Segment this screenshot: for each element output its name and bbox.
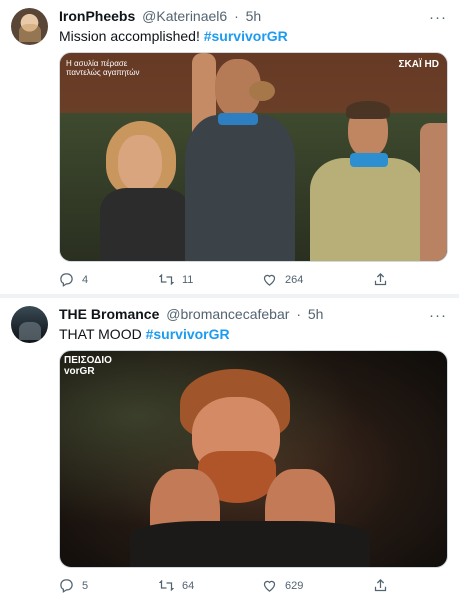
user-handle[interactable]: @Katerinael6 — [142, 8, 227, 24]
reply-count: 5 — [82, 579, 89, 592]
share-icon — [374, 578, 387, 592]
person-body — [130, 521, 370, 567]
user-name[interactable]: IronPheebs — [59, 8, 135, 24]
retweet-button[interactable]: 11 — [159, 272, 193, 287]
retweet-count: 11 — [182, 273, 194, 286]
more-icon[interactable]: ··· — [429, 307, 447, 324]
blue-scarf — [350, 153, 388, 167]
tweet-video[interactable]: Η ασυλία πέρασε παντελώς αγαπητών ΣΚΑΪ H… — [59, 52, 448, 262]
heart-icon — [263, 580, 276, 592]
tweet-header: THE Bromance @bromancecafebar · 5h — [59, 305, 323, 323]
blue-scarf — [218, 113, 258, 125]
separator-dot: · — [296, 306, 301, 322]
reply-button[interactable]: 5 — [59, 578, 88, 593]
more-icon[interactable]: ··· — [429, 9, 447, 26]
like-count: 264 — [285, 273, 304, 286]
person-body — [100, 188, 190, 261]
tweet-body: Mission accomplished! — [59, 28, 200, 44]
retweet-icon — [159, 580, 174, 591]
reply-icon — [60, 273, 73, 287]
caption-line: vorGR — [64, 366, 95, 377]
like-button[interactable]: 264 — [262, 272, 303, 287]
avatar[interactable] — [11, 8, 48, 45]
reply-button[interactable]: 4 — [59, 272, 88, 287]
person-hair — [346, 101, 390, 119]
separator-dot: · — [234, 8, 239, 24]
person-face — [118, 135, 162, 191]
like-count: 629 — [285, 579, 304, 592]
person-partial — [420, 123, 447, 261]
heart-icon — [263, 274, 276, 286]
coconut-cup — [249, 81, 275, 101]
retweet-button[interactable]: 64 — [159, 578, 194, 593]
retweet-icon — [159, 274, 174, 285]
retweet-count: 64 — [182, 579, 195, 592]
share-button[interactable] — [373, 272, 388, 287]
tweet-header: IronPheebs @Katerinael6 · 5h — [59, 7, 261, 25]
person-body — [310, 158, 425, 261]
tweet-time[interactable]: 5h — [246, 8, 262, 24]
user-handle[interactable]: @bromancecafebar — [166, 306, 289, 322]
person-body — [185, 115, 295, 261]
share-icon — [374, 272, 387, 286]
tweet-actions: 4 11 264 — [59, 272, 449, 292]
tweet-text: Mission accomplished! #survivorGR — [59, 27, 288, 45]
reply-icon — [60, 579, 73, 593]
tweet[interactable]: IronPheebs @Katerinael6 · 5h ··· Mission… — [0, 0, 459, 294]
tweet-text: THAT MOOD #survivorGR — [59, 325, 230, 343]
caption-line: ΠΕΙΣΟΔΙΟ — [64, 355, 112, 366]
reply-count: 4 — [82, 273, 89, 286]
broadcast-caption: Η ασυλία πέρασε παντελώς αγαπητών — [66, 59, 140, 77]
tweet[interactable]: THE Bromance @bromancecafebar · 5h ··· T… — [0, 298, 459, 600]
avatar[interactable] — [11, 306, 48, 343]
like-button[interactable]: 629 — [262, 578, 303, 593]
user-name[interactable]: THE Bromance — [59, 306, 159, 322]
hashtag-link[interactable]: #survivorGR — [146, 326, 230, 342]
channel-logo: ΣΚΑΪ HD — [398, 59, 439, 70]
tweet-video[interactable]: ΠΕΙΣΟΔΙΟ vorGR — [59, 350, 448, 568]
broadcast-caption: ΠΕΙΣΟΔΙΟ vorGR — [64, 355, 112, 377]
tweet-actions: 5 64 629 — [59, 578, 449, 598]
share-button[interactable] — [373, 578, 388, 593]
tweet-time[interactable]: 5h — [308, 306, 324, 322]
hashtag-link[interactable]: #survivorGR — [204, 28, 288, 44]
tweet-body: THAT MOOD — [59, 326, 142, 342]
